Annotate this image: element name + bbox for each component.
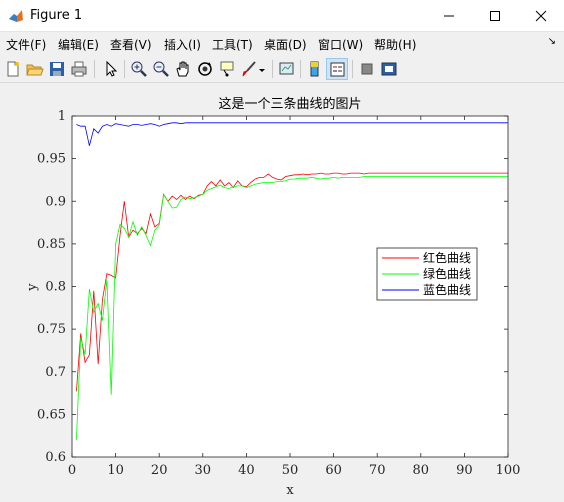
- legend[interactable]: 红色曲线绿色曲线蓝色曲线: [376, 247, 478, 301]
- figure-toolbar: [0, 55, 564, 83]
- show-plot-tools-icon: [381, 62, 397, 76]
- dock-arrow-icon[interactable]: ↘: [548, 36, 556, 47]
- x-tick-label: 60: [325, 463, 342, 478]
- rotate-3d-icon: [198, 62, 212, 76]
- close-button[interactable]: [518, 0, 564, 32]
- link-plot-icon: [279, 62, 294, 75]
- y-tick-label: 0.7: [45, 365, 66, 380]
- menu-insert[interactable]: 插入(I): [164, 36, 201, 53]
- line-chart[interactable]: 0 10 20 30 40 50 60 70 80 90 100 0.6 0.65 0.7 0.75 0.8 0…: [0, 83, 564, 502]
- menu-view[interactable]: 查看(V): [110, 36, 152, 53]
- save-button[interactable]: [46, 58, 68, 80]
- legend-button[interactable]: [326, 58, 348, 80]
- x-tick-label: 80: [413, 463, 430, 478]
- toolbar-separator: [94, 60, 95, 78]
- print-button[interactable]: [68, 58, 90, 80]
- x-tick-label: 30: [195, 463, 212, 478]
- data-cursor-button[interactable]: [216, 58, 238, 80]
- menu-window[interactable]: 窗口(W): [318, 36, 363, 53]
- window-title: Figure 1: [30, 8, 83, 23]
- x-tick-label: 10: [107, 463, 124, 478]
- zoom-out-button[interactable]: [150, 58, 172, 80]
- brush-dropdown-button[interactable]: [256, 58, 268, 80]
- window-title-bar[interactable]: Figure 1: [0, 0, 564, 32]
- y-tick-label: 0.6: [45, 450, 66, 465]
- y-tick-label: 0.85: [37, 237, 66, 252]
- maximize-icon: [490, 11, 500, 21]
- matlab-logo-icon: [9, 10, 23, 22]
- minimize-button[interactable]: [426, 0, 472, 32]
- select-arrow-icon: [106, 60, 118, 77]
- select-button[interactable]: [100, 58, 122, 80]
- zoom-out-icon: [153, 61, 169, 77]
- legend-icon: [330, 62, 345, 77]
- x-tick-label: 20: [151, 463, 168, 478]
- figure-canvas[interactable]: 0 10 20 30 40 50 60 70 80 90 100 0.6 0.65 0.7 0.75 0.8 0…: [0, 83, 564, 502]
- new-figure-icon: [7, 61, 19, 77]
- y-tick-label: 1: [58, 109, 66, 124]
- zoom-in-icon: [131, 61, 147, 77]
- menu-bar: 文件(F) 编辑(E) 查看(V) 插入(I) 工具(T) 桌面(D) 窗口(W…: [0, 32, 564, 54]
- new-figure-button[interactable]: [2, 58, 24, 80]
- menu-file[interactable]: 文件(F): [6, 36, 46, 53]
- chart-title: 这是一个三条曲线的图片: [218, 96, 361, 112]
- y-tick-label: 0.8: [45, 280, 66, 295]
- colorbar-button[interactable]: [304, 58, 326, 80]
- legend-label: 蓝色曲线: [423, 283, 471, 297]
- data-cursor-icon: [220, 61, 234, 77]
- rotate-3d-button[interactable]: [194, 58, 216, 80]
- pan-button[interactable]: [172, 58, 194, 80]
- menu-edit[interactable]: 编辑(E): [58, 36, 99, 53]
- x-tick-label: 0: [68, 463, 76, 478]
- y-tick-label: 0.95: [37, 152, 66, 167]
- x-tick-label: 100: [496, 463, 521, 478]
- hide-plot-tools-icon: [361, 63, 373, 75]
- toolbar-separator: [272, 60, 273, 78]
- link-plot-button[interactable]: [276, 58, 298, 80]
- colorbar-icon: [310, 61, 319, 77]
- menu-tools[interactable]: 工具(T): [212, 36, 253, 53]
- menu-desktop[interactable]: 桌面(D): [264, 36, 307, 53]
- save-icon: [50, 62, 64, 76]
- legend-label: 红色曲线: [423, 250, 471, 265]
- toolbar-separator: [124, 60, 125, 78]
- close-icon: [535, 10, 547, 22]
- open-file-icon: [26, 64, 44, 76]
- y-axis-label: y: [25, 283, 40, 292]
- legend-label: 绿色曲线: [423, 266, 471, 281]
- minimize-icon: [444, 15, 454, 17]
- open-file-button[interactable]: [24, 58, 46, 80]
- toolbar-separator: [300, 60, 301, 78]
- toolbar-separator: [352, 60, 353, 78]
- show-plot-tools-button[interactable]: [378, 58, 400, 80]
- menu-help[interactable]: 帮助(H): [374, 36, 416, 53]
- maximize-button[interactable]: [472, 0, 518, 32]
- x-tick-label: 50: [282, 463, 299, 478]
- x-tick-label: 90: [456, 463, 473, 478]
- zoom-in-button[interactable]: [128, 58, 150, 80]
- y-tick-label: 0.65: [37, 407, 66, 422]
- hide-plot-tools-button[interactable]: [356, 58, 378, 80]
- y-tick-label: 0.75: [37, 322, 66, 337]
- y-tick-label: 0.9: [45, 194, 66, 209]
- x-tick-label: 40: [238, 463, 255, 478]
- x-axis-label: x: [286, 483, 294, 498]
- x-tick-label: 70: [369, 463, 386, 478]
- pan-hand-icon: [176, 61, 189, 77]
- print-icon: [71, 61, 87, 77]
- chevron-down-icon: [259, 69, 265, 72]
